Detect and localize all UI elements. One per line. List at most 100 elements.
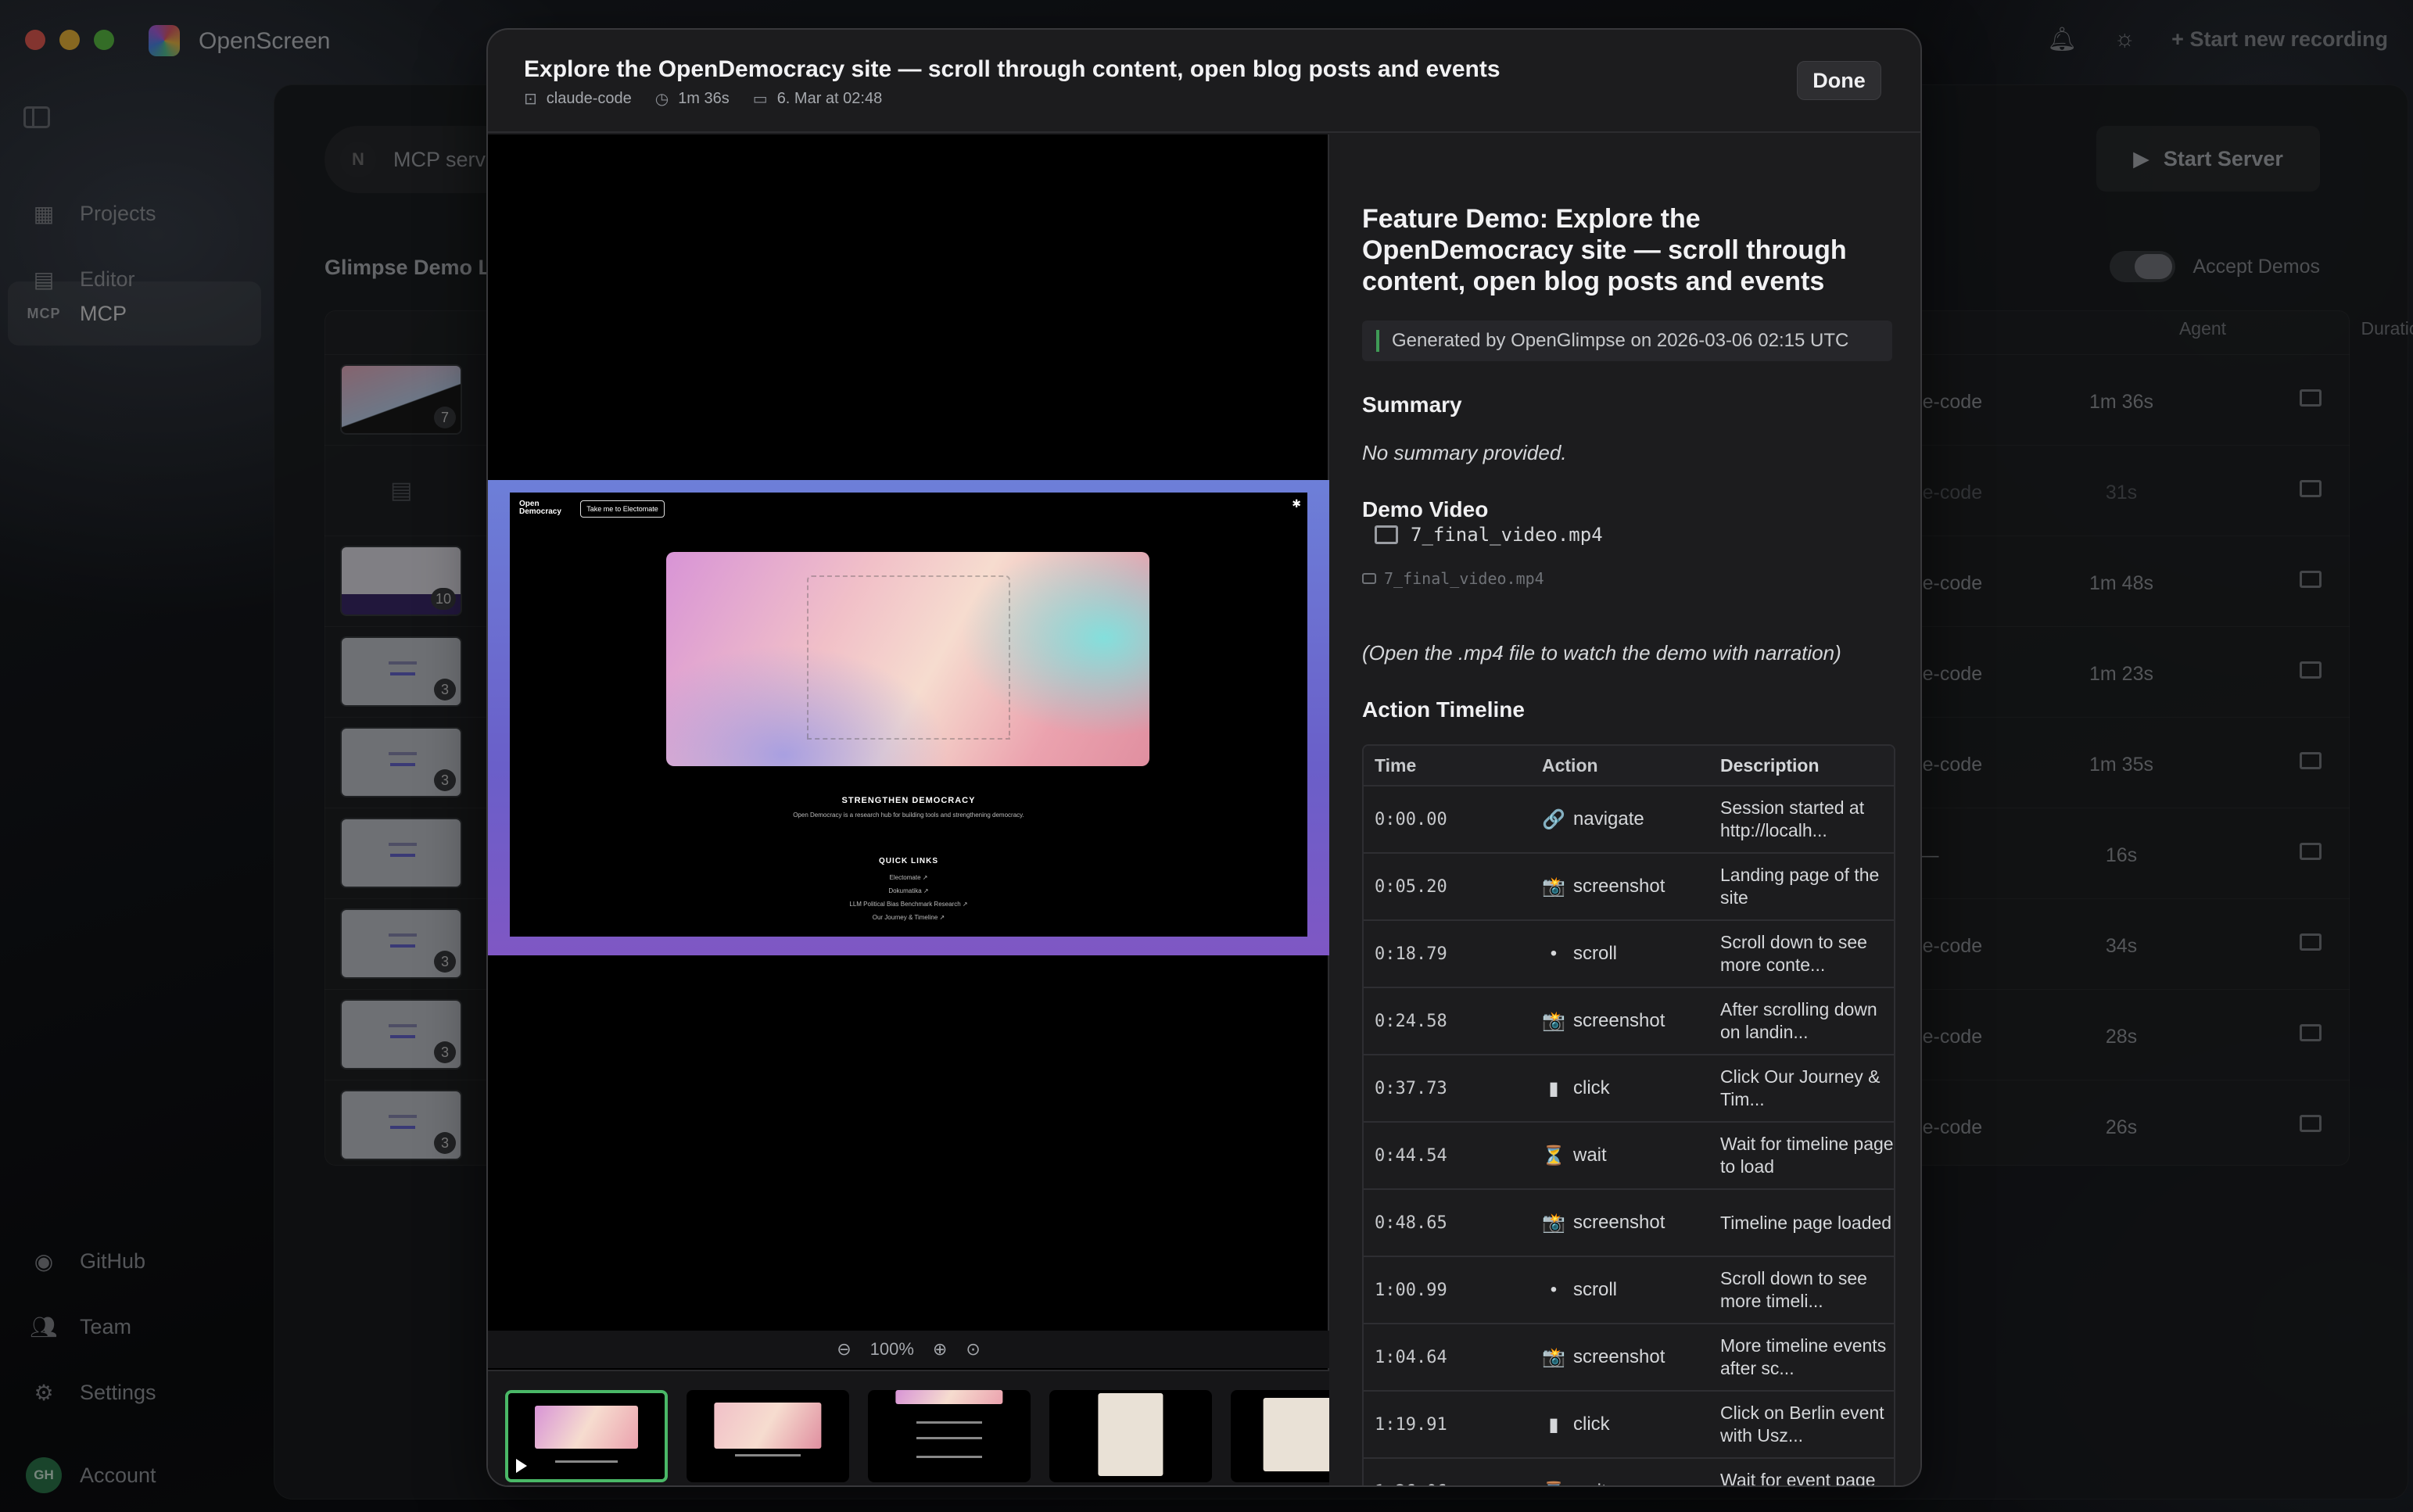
site-screenshot: Open Democracy Take me to Electomate ✱ S… [510, 493, 1307, 937]
timeline-description: Scroll down to see more conte... [1720, 932, 1867, 975]
timeline-row[interactable]: 1:04.64 📸 screenshot More timeline event… [1364, 1324, 1894, 1392]
scroll-icon: • [1550, 1279, 1558, 1300]
timeline-time: 1:26.06 [1364, 1482, 1542, 1486]
site-star-icon: ✱ [1292, 497, 1301, 510]
play-icon [516, 1459, 527, 1473]
thumbnail-strip[interactable] [488, 1370, 1329, 1485]
site-link: Electomate ↗ [889, 874, 928, 881]
timeline-time: 1:19.91 [1375, 1414, 1447, 1435]
timeline-time: 1:04.64 [1375, 1347, 1447, 1367]
site-hero-image [666, 552, 1149, 766]
site-blurb: Open Democracy is a research hub for bui… [793, 812, 1024, 819]
zoom-controls: ⊖ 100% ⊕ ⊙ [488, 1331, 1329, 1368]
timeline-time: 1:00.99 [1375, 1280, 1447, 1300]
film-icon [1362, 573, 1376, 584]
timeline-action: navigate [1573, 808, 1644, 829]
thumbnail-3[interactable] [868, 1390, 1031, 1482]
timeline-heading: Action Timeline [1362, 697, 1525, 722]
timeline-time: 0:00.00 [1375, 809, 1447, 829]
video-note: (Open the .mp4 file to watch the demo wi… [1362, 641, 1841, 665]
timeline-description: Wait for event page to load [1720, 1470, 1876, 1487]
site-logo: Open Democracy [519, 500, 561, 516]
timeline-time: 0:37.73 [1375, 1078, 1447, 1098]
timeline-time: 0:48.65 [1375, 1213, 1447, 1233]
timeline-description: Click on Berlin event with Usz... [1720, 1403, 1884, 1446]
wait-icon: ⏳ [1542, 1145, 1565, 1166]
scroll-icon: • [1550, 943, 1558, 964]
timeline-action: screenshot [1573, 1010, 1665, 1031]
film-icon [1375, 525, 1398, 544]
timeline-time: 0:24.58 [1375, 1011, 1447, 1031]
demo-document[interactable]: Feature Demo: Explore the OpenDemocracy … [1331, 134, 1920, 1487]
thumbnail-1[interactable] [505, 1390, 668, 1482]
modal-meta: ⊡ claude-code ◷ 1m 36s ▭ 6. Mar at 02:48 [524, 89, 882, 109]
click-icon: ▮ [1548, 1413, 1559, 1435]
timeline-action: wait [1573, 1481, 1607, 1485]
timeline-action: click [1573, 1413, 1610, 1435]
column-header-description: Description [1720, 754, 1820, 776]
timeline-description: Wait for timeline page to load [1720, 1134, 1894, 1177]
site-cta-button: Take me to Electomate [580, 500, 665, 518]
timeline-row[interactable]: 0:48.65 📸 screenshot Timeline page loade… [1364, 1190, 1894, 1257]
site-link: Our Journey & Timeline ↗ [872, 914, 945, 921]
timeline-action: wait [1573, 1145, 1607, 1166]
column-header-action: Action [1542, 754, 1598, 776]
video-file-small[interactable]: 7_final_video.mp4 [1362, 569, 1544, 588]
zoom-out-icon[interactable]: ⊖ [837, 1339, 851, 1360]
timeline-row[interactable]: 0:37.73 ▮ click Click Our Journey & Tim.… [1364, 1055, 1894, 1123]
demo-detail-modal: Explore the OpenDemocracy site — scroll … [486, 28, 1922, 1487]
timeline-row[interactable]: 0:00.00 🔗 navigate Session started at ht… [1364, 786, 1894, 854]
zoom-reset-icon[interactable]: ⊙ [966, 1339, 980, 1360]
modal-header: Explore the OpenDemocracy site — scroll … [488, 30, 1920, 133]
timeline-row[interactable]: 0:44.54 ⏳ wait Wait for timeline page to… [1364, 1123, 1894, 1190]
action-timeline-table: Time Action Description 0:00.00 🔗 naviga… [1362, 744, 1895, 1487]
thumbnail-4[interactable] [1049, 1390, 1212, 1482]
timeline-action: screenshot [1573, 1212, 1665, 1233]
timeline-action: screenshot [1573, 876, 1665, 897]
screenshot-viewer[interactable]: Open Democracy Take me to Electomate ✱ S… [488, 134, 1329, 1485]
done-button[interactable]: Done [1797, 61, 1881, 100]
timeline-row[interactable]: 0:05.20 📸 screenshot Landing page of the… [1364, 854, 1894, 921]
screenshot-icon: 📸 [1542, 1010, 1565, 1032]
timeline-row[interactable]: 1:00.99 • scroll Scroll down to see more… [1364, 1257, 1894, 1324]
timeline-description: Session started at http://localh... [1720, 797, 1865, 840]
timeline-action: click [1573, 1077, 1610, 1098]
meta-date: 6. Mar at 02:48 [776, 90, 883, 107]
video-heading: Demo Video [1362, 497, 1489, 521]
column-header-time: Time [1375, 754, 1417, 776]
wait-icon: ⏳ [1542, 1481, 1565, 1486]
thumbnail-5[interactable] [1231, 1390, 1329, 1482]
timeline-row[interactable]: 1:26.06 ⏳ wait Wait for event page to lo… [1364, 1459, 1894, 1487]
screenshot-frame: Open Democracy Take me to Electomate ✱ S… [488, 480, 1329, 955]
site-heading: STRENGTHEN DEMOCRACY [841, 796, 976, 805]
timeline-row[interactable]: 1:19.91 ▮ click Click on Berlin event wi… [1364, 1392, 1894, 1459]
site-link: Dokumatika ↗ [888, 887, 929, 894]
meta-agent: claude-code [546, 90, 632, 107]
thumbnail-2[interactable] [687, 1390, 849, 1482]
timeline-action: scroll [1573, 943, 1618, 964]
timeline-description: Click Our Journey & Tim... [1720, 1066, 1881, 1109]
timeline-action: scroll [1573, 1279, 1618, 1300]
timeline-action: screenshot [1573, 1346, 1665, 1367]
site-quick-links-title: QUICK LINKS [879, 857, 938, 865]
clock-icon: ◷ [654, 91, 669, 108]
summary-text: No summary provided. [1362, 441, 1567, 464]
ascii-capitol-art [807, 575, 1010, 740]
screenshot-icon: 📸 [1542, 1212, 1565, 1234]
timeline-time: 0:18.79 [1375, 944, 1447, 964]
timeline-description: More timeline events after sc... [1720, 1335, 1887, 1378]
video-file-link[interactable]: 7_final_video.mp4 [1375, 524, 1603, 546]
calendar-icon: ▭ [752, 91, 768, 108]
screenshot-icon: 📸 [1542, 876, 1565, 898]
screenshot-icon: 📸 [1542, 1346, 1565, 1368]
timeline-row[interactable]: 0:24.58 📸 screenshot After scrolling dow… [1364, 988, 1894, 1055]
navigate-icon: 🔗 [1542, 808, 1565, 830]
agent-icon: ⊡ [524, 91, 537, 108]
timeline-row[interactable]: 0:18.79 • scroll Scroll down to see more… [1364, 921, 1894, 988]
modal-title: Explore the OpenDemocracy site — scroll … [524, 56, 1501, 82]
click-icon: ▮ [1548, 1077, 1559, 1099]
generated-note: Generated by OpenGlimpse on 2026-03-06 0… [1362, 321, 1892, 361]
timeline-description: Landing page of the site [1720, 865, 1880, 908]
zoom-in-icon[interactable]: ⊕ [933, 1339, 947, 1360]
timeline-description: After scrolling down on landin... [1720, 999, 1877, 1042]
